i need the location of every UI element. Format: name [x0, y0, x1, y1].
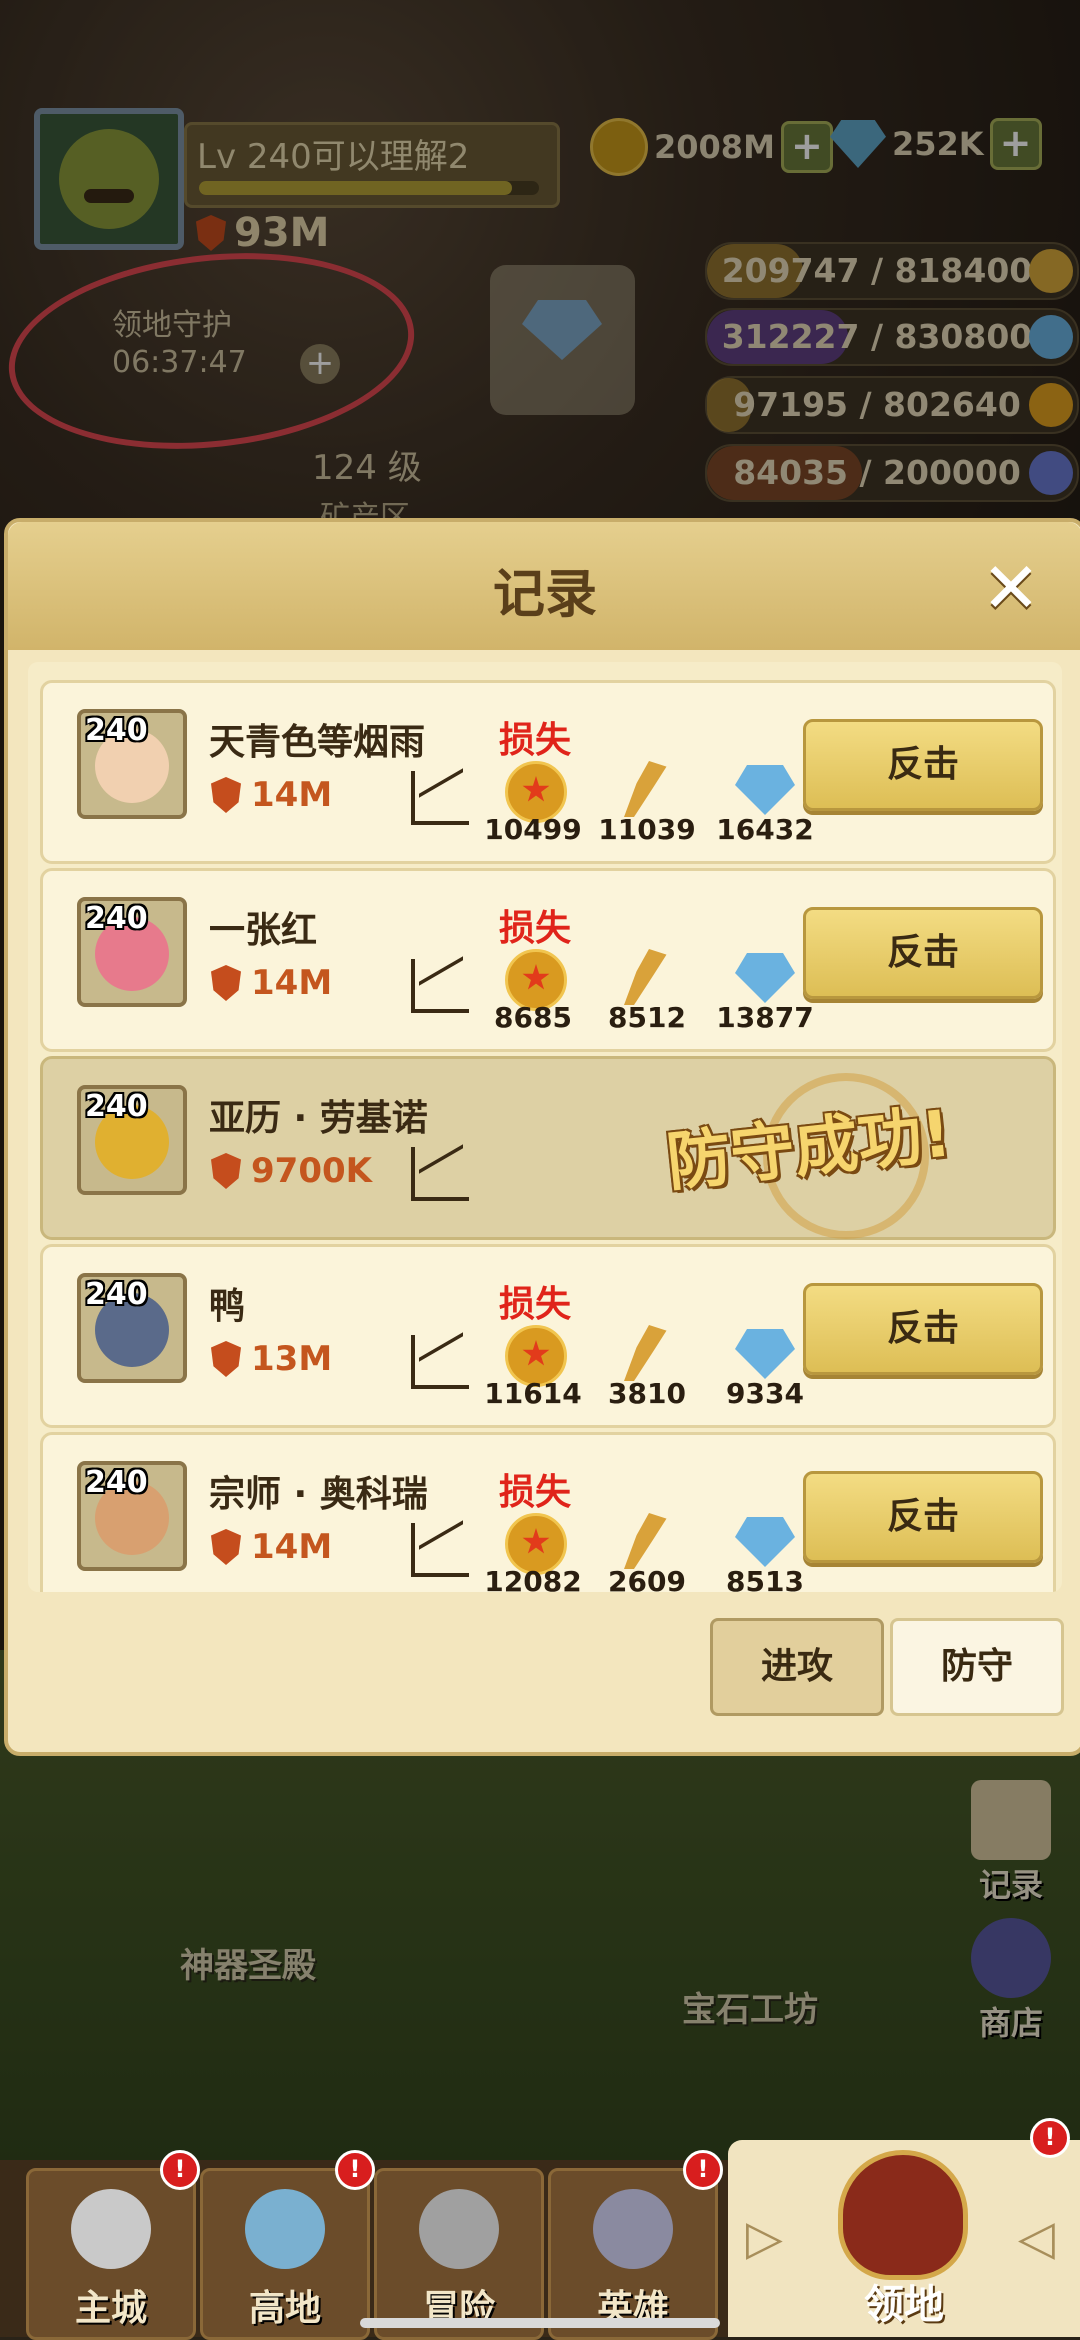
opponent-avatar[interactable]: 240 — [77, 1461, 187, 1571]
tab-attack[interactable]: 进攻 — [710, 1618, 884, 1716]
opponent-power-value: 9700K — [251, 1151, 372, 1191]
shield-icon — [211, 1153, 241, 1189]
loot-coin-value: 12082 — [484, 1565, 582, 1592]
nav-label: 领地 — [864, 2282, 944, 2328]
loot-coin-value: 10499 — [484, 813, 582, 846]
arrow-left-icon[interactable]: ◁ — [1018, 2210, 1055, 2266]
crystal-icon — [735, 765, 795, 815]
arrow-right-icon[interactable]: ▷ — [746, 2210, 783, 2266]
stats-chart-icon[interactable] — [411, 1523, 469, 1577]
loot-gem-value: 16432 — [716, 813, 814, 846]
opponent-level: 240 — [85, 1277, 148, 1312]
nav-main-city[interactable]: 主城 — [26, 2168, 196, 2340]
wheat-icon — [624, 1513, 667, 1569]
helmet-icon — [593, 2189, 673, 2269]
modal-title: 记录 — [492, 565, 597, 625]
modal-header: 记录 ✕ — [8, 522, 1080, 650]
opponent-power-value: 14M — [251, 1527, 333, 1567]
opponent-power-value: 13M — [251, 1339, 333, 1379]
shield-icon — [211, 965, 241, 1001]
crystal-icon — [735, 953, 795, 1003]
stats-chart-icon[interactable] — [411, 959, 469, 1013]
opponent-name: 鸭 — [209, 1286, 246, 1327]
alert-badge: ! — [683, 2150, 723, 2190]
record-row: 240 鸭 13M 损失 11614 3810 9334 反击 — [40, 1244, 1056, 1428]
shield-icon — [211, 777, 241, 813]
loot-wheat-value: 11039 — [598, 813, 696, 846]
wheat-icon — [624, 761, 667, 817]
counterattack-button[interactable]: 反击 — [803, 907, 1043, 999]
alert-badge: ! — [160, 2150, 200, 2190]
shield-icon — [211, 1529, 241, 1565]
stats-chart-icon[interactable] — [411, 1147, 469, 1201]
defense-success-stamp: 防守成功! — [663, 1097, 955, 1201]
counterattack-button[interactable]: 反击 — [803, 719, 1043, 811]
nav-highland[interactable]: 高地 — [200, 2168, 370, 2340]
opponent-level: 240 — [85, 1465, 148, 1500]
opponent-power: 9700K — [211, 1151, 372, 1191]
opponent-power: 14M — [211, 1527, 332, 1567]
opponent-power: 14M — [211, 963, 332, 1003]
loot-coin-value: 8685 — [494, 1001, 572, 1034]
loot-wheat-value: 3810 — [608, 1377, 686, 1410]
opponent-level: 240 — [85, 713, 148, 748]
loss-label: 损失 — [499, 1472, 572, 1513]
loot-wheat-value: 2609 — [608, 1565, 686, 1592]
loss-label: 损失 — [499, 1284, 572, 1325]
opponent-avatar[interactable]: 240 — [77, 1273, 187, 1383]
close-button[interactable]: ✕ — [978, 553, 1044, 624]
territory-shield-icon — [838, 2150, 968, 2280]
nav-adventure[interactable]: 冒险 — [374, 2168, 544, 2340]
record-row: 240 宗师 · 奥科瑞 14M 损失 12082 2609 8513 反击 — [40, 1432, 1056, 1592]
shield-icon — [211, 1341, 241, 1377]
opponent-name: 亚历 · 劳基诺 — [209, 1098, 428, 1139]
opponent-power: 13M — [211, 1339, 332, 1379]
alert-badge: ! — [1030, 2118, 1070, 2158]
loot-gem-value: 8513 — [726, 1565, 804, 1592]
stats-chart-icon[interactable] — [411, 771, 469, 825]
home-indicator[interactable] — [360, 2318, 720, 2328]
loot-wheat-value: 8512 — [608, 1001, 686, 1034]
stats-chart-icon[interactable] — [411, 1335, 469, 1389]
highland-icon — [245, 2189, 325, 2269]
opponent-name: 一张红 — [209, 910, 318, 951]
loot-gem-value: 9334 — [726, 1377, 804, 1410]
opponent-name: 天青色等烟雨 — [209, 722, 426, 763]
counterattack-button[interactable]: 反击 — [803, 1283, 1043, 1375]
crystal-icon — [735, 1517, 795, 1567]
record-row: 240 一张红 14M 损失 8685 8512 13877 反击 — [40, 868, 1056, 1052]
tab-defend[interactable]: 防守 — [890, 1618, 1064, 1716]
crossed-swords-icon — [419, 2189, 499, 2269]
crystal-icon — [735, 1329, 795, 1379]
nav-hero[interactable]: 英雄 — [548, 2168, 718, 2340]
counterattack-button[interactable]: 反击 — [803, 1471, 1043, 1563]
opponent-power-value: 14M — [251, 775, 333, 815]
loss-label: 损失 — [499, 720, 572, 761]
castle-icon — [71, 2189, 151, 2269]
loss-label: 损失 — [499, 908, 572, 949]
opponent-level: 240 — [85, 1089, 148, 1124]
nav-label: 高地 — [248, 2288, 321, 2329]
nav-label: 主城 — [74, 2288, 147, 2329]
opponent-name: 宗师 · 奥科瑞 — [209, 1474, 428, 1515]
opponent-avatar[interactable]: 240 — [77, 897, 187, 1007]
opponent-avatar[interactable]: 240 — [77, 1085, 187, 1195]
record-row: 240 亚历 · 劳基诺 9700K 防守成功! — [40, 1056, 1056, 1240]
nav-territory[interactable]: ▷ 领地 ◁ — [728, 2140, 1080, 2337]
record-list[interactable]: 240 天青色等烟雨 14M 损失 10499 11039 16432 反击 2… — [28, 662, 1062, 1592]
alert-badge: ! — [335, 2150, 375, 2190]
opponent-power: 14M — [211, 775, 332, 815]
record-row: 240 天青色等烟雨 14M 损失 10499 11039 16432 反击 — [40, 680, 1056, 864]
wheat-icon — [624, 949, 667, 1005]
opponent-avatar[interactable]: 240 — [77, 709, 187, 819]
loot-coin-value: 11614 — [484, 1377, 582, 1410]
opponent-level: 240 — [85, 901, 148, 936]
record-modal: 记录 ✕ 240 天青色等烟雨 14M 损失 10499 11039 16432… — [4, 518, 1080, 1756]
opponent-power-value: 14M — [251, 963, 333, 1003]
loot-gem-value: 13877 — [716, 1001, 814, 1034]
wheat-icon — [624, 1325, 667, 1381]
